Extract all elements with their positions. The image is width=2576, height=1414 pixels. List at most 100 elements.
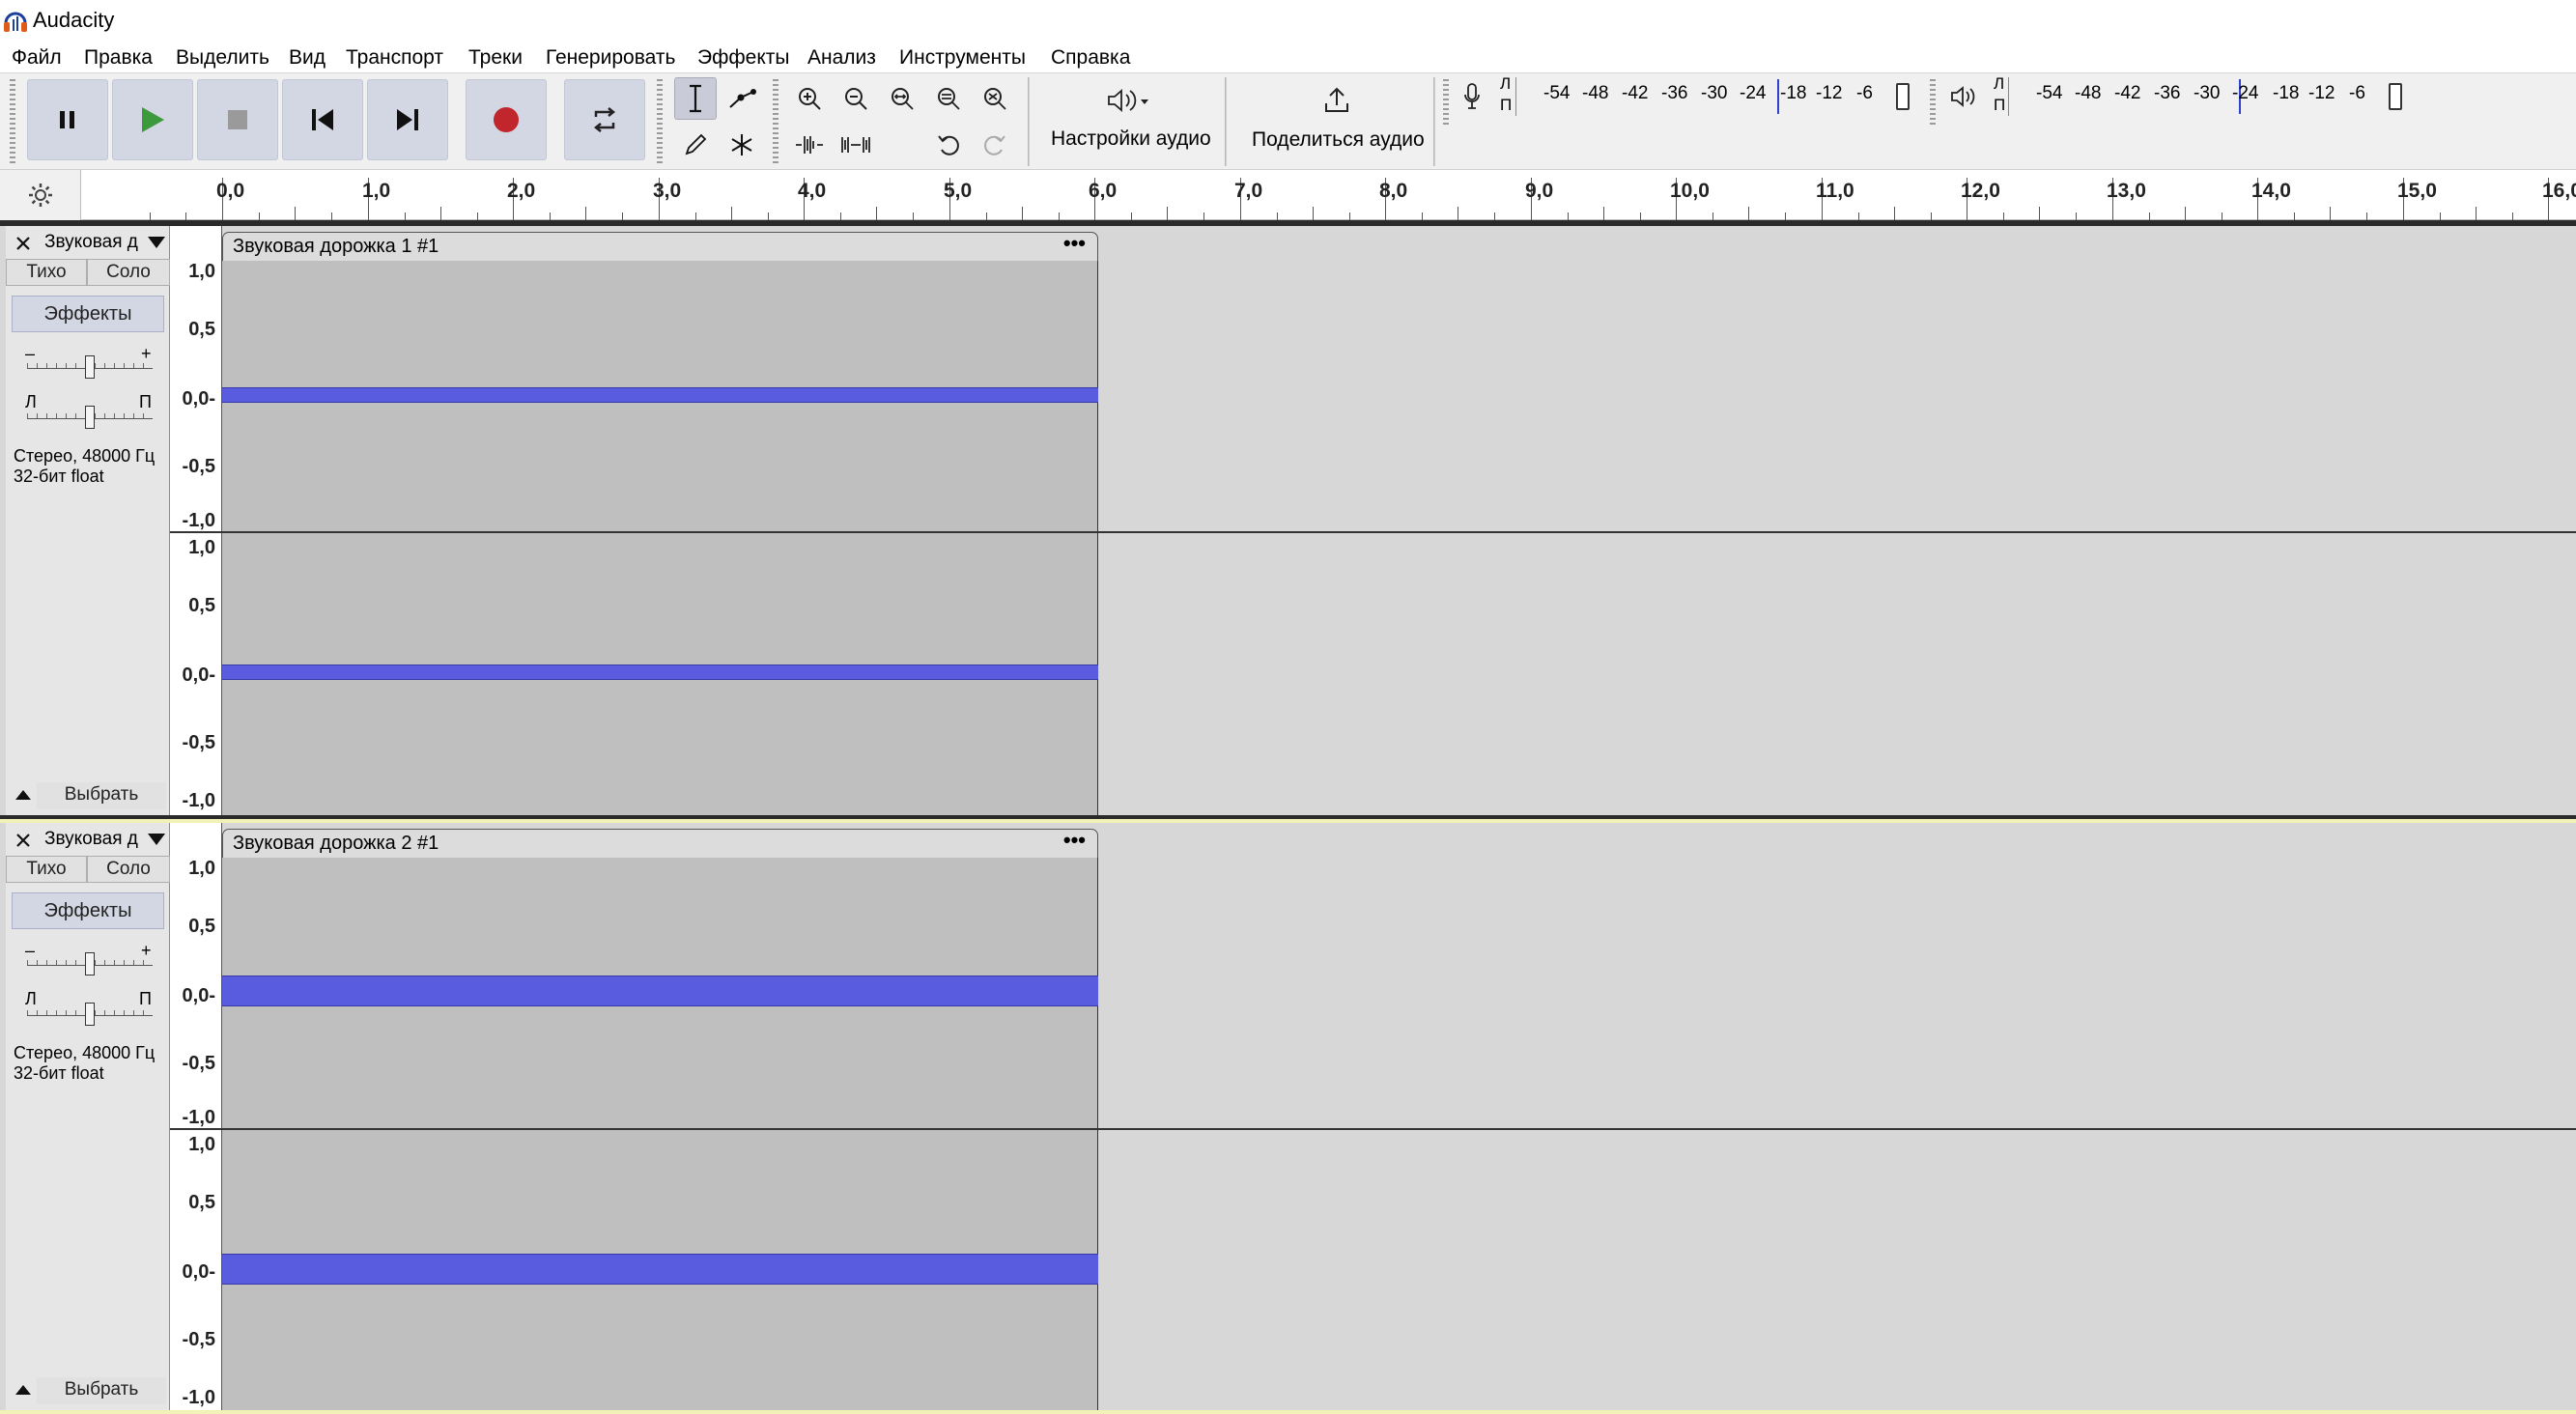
audio-setup-button[interactable]: Настройки аудио [1051, 127, 1211, 151]
track-name[interactable]: Звуковая д [44, 829, 138, 849]
toolbar-separator [1225, 77, 1227, 166]
effects-button[interactable]: Эффекты [12, 296, 164, 332]
redo-button[interactable] [974, 124, 1016, 166]
track-menu-dropdown-icon[interactable] [147, 236, 166, 254]
tools-grip[interactable] [657, 79, 663, 166]
share-audio-button[interactable]: Поделиться аудио [1252, 128, 1425, 152]
ruler-minor-tick [1313, 207, 1314, 220]
menu-analyze[interactable]: Анализ [807, 42, 876, 73]
zoom-in-button[interactable] [788, 77, 831, 120]
effects-button[interactable]: Эффекты [12, 892, 164, 929]
play-meter-button[interactable] [1945, 75, 1984, 118]
record-meter-tick: -54 [1543, 83, 1571, 103]
ruler-minor-tick [768, 212, 769, 220]
track-close-icon[interactable] [14, 234, 33, 253]
pause-icon [60, 111, 74, 128]
mute-button[interactable]: Тихо [6, 856, 87, 883]
silence-icon [841, 137, 870, 153]
track-2-clip-header[interactable]: Звуковая дорожка 2 #1 ••• [222, 828, 1098, 858]
envelope-icon [729, 89, 756, 108]
ruler-tick-label: 4,0 [798, 180, 827, 202]
skip-to-start-button[interactable] [282, 79, 363, 160]
menu-effects[interactable]: Эффекты [697, 42, 789, 73]
mute-button[interactable]: Тихо [6, 259, 87, 286]
loop-button[interactable] [564, 79, 645, 160]
play-meter-tick: -48 [2075, 83, 2102, 103]
zoom-out-button[interactable] [835, 77, 877, 120]
ruler-minor-tick [1349, 212, 1350, 220]
skip-to-end-button[interactable] [367, 79, 448, 160]
menu-help[interactable]: Справка [1051, 42, 1130, 73]
stop-button[interactable] [197, 79, 278, 160]
record-meter-grip[interactable] [1443, 79, 1449, 126]
track-1-clip-header[interactable]: Звуковая дорожка 1 #1 ••• [222, 231, 1098, 261]
menu-view[interactable]: Вид [289, 42, 326, 73]
audio-setup-icon-wrap [1090, 79, 1167, 122]
menu-tools[interactable]: Инструменты [899, 42, 1026, 73]
title-bar: Audacity [0, 0, 2576, 42]
undo-button[interactable] [927, 124, 970, 166]
record-meter-slider[interactable] [1896, 83, 1910, 110]
ruler-minor-tick [2039, 207, 2040, 220]
ruler-minor-tick [2476, 207, 2477, 220]
track-close-icon[interactable] [14, 831, 33, 850]
silence-audio-button[interactable] [835, 124, 877, 166]
clip-title[interactable]: Звуковая дорожка 2 #1 [233, 833, 439, 855]
play-meter-slider[interactable] [2389, 83, 2402, 110]
ruler-minor-tick [1568, 212, 1569, 220]
gain-slider-thumb[interactable] [85, 952, 95, 976]
clip-menu-icon[interactable]: ••• [1063, 231, 1086, 256]
track-2: Звуковая д Тихо Соло Эффекты – + Л П Сте… [0, 819, 2576, 1414]
menu-transport[interactable]: Транспорт [346, 42, 443, 73]
skip-start-icon [312, 109, 333, 130]
ruler-minor-tick [1131, 212, 1132, 220]
scale-label: 0,0- [182, 985, 215, 1006]
record-button[interactable] [466, 79, 547, 160]
menu-generate[interactable]: Генерировать [546, 42, 675, 73]
collapse-track-icon[interactable] [14, 788, 33, 806]
track-1-clip-body[interactable] [222, 261, 1098, 815]
record-meter-tick: -12 [1816, 83, 1843, 103]
scale-label: 0,0- [182, 1261, 215, 1283]
selection-tool-button[interactable] [674, 77, 717, 120]
menu-select[interactable]: Выделить [176, 42, 269, 73]
pause-button[interactable] [27, 79, 108, 160]
pan-slider-thumb[interactable] [85, 406, 95, 429]
transport-grip[interactable] [10, 79, 15, 166]
track-menu-dropdown-icon[interactable] [147, 833, 166, 851]
select-track-button[interactable]: Выбрать [37, 782, 166, 809]
envelope-tool-button[interactable] [721, 77, 763, 120]
draw-tool-button[interactable] [674, 124, 717, 166]
menu-file[interactable]: Файл [12, 42, 62, 73]
clip-menu-icon[interactable]: ••• [1063, 828, 1086, 853]
play-meter-grip[interactable] [1930, 79, 1936, 126]
solo-button[interactable]: Соло [87, 856, 170, 883]
ruler-tick-label: 14,0 [2251, 180, 2291, 202]
ruler-tick-label: 0,0 [216, 180, 245, 202]
track-name[interactable]: Звуковая д [44, 232, 138, 252]
ruler-minor-tick [2366, 212, 2367, 220]
menu-edit[interactable]: Правка [84, 42, 153, 73]
pan-slider-thumb[interactable] [85, 1003, 95, 1026]
trim-audio-button[interactable] [788, 124, 831, 166]
select-track-button[interactable]: Выбрать [37, 1377, 166, 1404]
ruler-minor-tick [2294, 212, 2295, 220]
zoom-toggle-button[interactable] [974, 77, 1016, 120]
gain-slider-thumb[interactable] [85, 355, 95, 379]
speaker-icon [1108, 89, 1148, 112]
track-2-clip-body[interactable] [222, 858, 1098, 1410]
solo-button[interactable]: Соло [87, 259, 170, 286]
track-1: Звуковая д Тихо Соло Эффекты – + Л П Сте… [0, 220, 2576, 819]
collapse-track-icon[interactable] [14, 1383, 33, 1401]
pencil-icon [685, 133, 707, 156]
fit-selection-button[interactable] [881, 77, 923, 120]
play-button[interactable] [112, 79, 193, 160]
ruler-tick-label: 9,0 [1525, 180, 1554, 202]
record-meter-button[interactable] [1453, 75, 1491, 118]
clip-title[interactable]: Звуковая дорожка 1 #1 [233, 236, 439, 258]
fit-project-button[interactable] [927, 77, 970, 120]
menu-tracks[interactable]: Треки [468, 42, 523, 73]
scale-label: 1,0 [188, 1134, 215, 1155]
edit-grip[interactable] [773, 79, 778, 166]
multi-tool-button[interactable] [721, 124, 763, 166]
